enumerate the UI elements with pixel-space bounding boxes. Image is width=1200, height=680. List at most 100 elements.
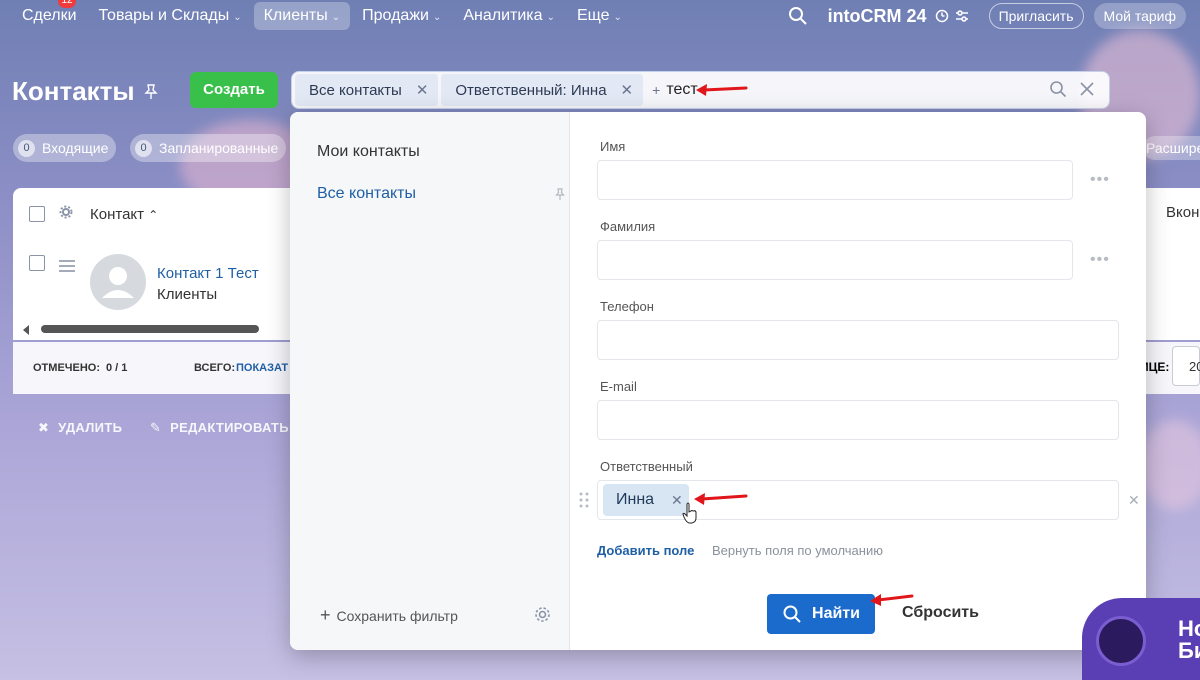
find-label: Найти (812, 605, 860, 622)
page-size-select[interactable]: 20 (1172, 346, 1200, 386)
delete-label: УДАЛИТЬ (58, 420, 123, 435)
background-blossom (1140, 420, 1200, 510)
contact-name-link[interactable]: Контакт 1 Тест (157, 265, 259, 282)
search-query-input[interactable]: тест (666, 81, 697, 99)
chevron-down-icon: ⌄ (331, 12, 341, 23)
more-dots-icon[interactable]: ••• (1090, 171, 1110, 189)
gear-icon[interactable] (59, 205, 73, 219)
scroll-left-arrow[interactable] (23, 325, 29, 335)
promo-avatar (1096, 616, 1146, 666)
add-field-link[interactable]: Добавить поле (597, 543, 694, 558)
responsible-tag-label: Инна (616, 491, 655, 508)
counter-incoming[interactable]: 0 Входящие (13, 134, 117, 162)
contact-type: Клиенты (157, 286, 218, 303)
close-icon[interactable]: ✕ (416, 81, 429, 99)
chevron-down-icon: ⌄ (613, 12, 622, 23)
top-navigation: Сделки 12 Товары и Склады ⌄ Клиенты ⌄ Прод… (0, 0, 1200, 32)
more-dots-icon[interactable]: ••• (1090, 251, 1110, 269)
counter-incoming-label: Входящие (42, 140, 109, 156)
nav-analytics[interactable]: Аналитика ⌄ (453, 2, 565, 30)
chevron-down-icon: ⌄ (233, 12, 242, 23)
promo-widget[interactable]: Но Би (1082, 598, 1200, 680)
annotation-arrow (696, 84, 748, 96)
delete-button[interactable]: ✖ УДАЛИТЬ (38, 420, 122, 436)
search-icon (783, 605, 801, 623)
name-field[interactable] (597, 160, 1073, 200)
sort-asc-icon: ⌃ (148, 208, 159, 222)
close-icon[interactable]: ✕ (671, 484, 683, 516)
field-label-name: Имя (600, 139, 626, 154)
nav-sales[interactable]: Продажи ⌄ (352, 2, 451, 30)
filter-chip-label: Ответственный: Инна (455, 81, 607, 99)
counter-scheduled[interactable]: 0 Запланированные (130, 134, 287, 162)
page-title: Контакты (12, 76, 135, 106)
edit-label: РЕДАКТИРОВАТЬ (170, 420, 289, 435)
counter-scheduled-count: 0 (135, 139, 152, 157)
selected-value: 0 / 1 (106, 362, 128, 374)
contacts-list-right-edge: Вкон (1146, 188, 1200, 340)
field-label-responsible: Ответственный (600, 459, 693, 474)
field-label-email: E-mail (600, 379, 637, 394)
close-icon[interactable]: ✕ (621, 81, 634, 99)
invite-button[interactable]: Пригласить (988, 3, 1084, 29)
nav-analytics-label: Аналитика (463, 7, 543, 24)
clock-icon[interactable] (935, 9, 949, 23)
nav-deals-label: Сделки (22, 7, 77, 24)
remove-field-icon[interactable]: ✕ (1128, 492, 1140, 509)
surname-field[interactable] (597, 240, 1073, 280)
pin-icon[interactable] (144, 84, 158, 100)
search-icon[interactable] (1049, 80, 1067, 98)
drag-handle-icon[interactable] (579, 492, 589, 508)
chevron-down-icon: ⌄ (546, 12, 555, 23)
filter-bar-icons (1049, 80, 1095, 98)
stats-bar: ОТМЕЧЕНО: 0 / 1 ВСЕГО: ПОКАЗАТ (13, 342, 293, 394)
nav-more-label: Еще (576, 7, 610, 24)
selected-label: ОТМЕЧЕНО: (33, 362, 101, 374)
edit-button[interactable]: ✎ РЕДАКТИРОВАТЬ (150, 420, 289, 436)
email-field[interactable] (597, 400, 1119, 440)
add-filter-plus-icon[interactable]: + (652, 82, 660, 98)
column-header-contact[interactable]: Контакт ⌃ (90, 206, 158, 223)
nav-deals[interactable]: Сделки 12 (12, 0, 87, 30)
reset-button[interactable]: Сбросить (902, 604, 979, 622)
nav-clients-label: Клиенты (263, 7, 328, 24)
find-button[interactable]: Найти (767, 594, 875, 634)
contacts-list: Контакт ⌃ Контакт 1 Тест Клиенты (13, 188, 293, 340)
filter-chip-responsible[interactable]: Ответственный: Инна ✕ (441, 74, 644, 106)
nav-right-group: intoCRM 24 Пригласить Мой тариф (788, 0, 1200, 32)
filter-presets-panel: Мои контакты Все контакты + Сохранить фи… (290, 112, 570, 650)
show-total-link[interactable]: ПОКАЗАТ (236, 362, 288, 374)
counter-scheduled-label: Запланированные (159, 140, 279, 156)
save-filter-button[interactable]: + Сохранить фильтр (320, 605, 458, 626)
pin-icon[interactable] (555, 188, 565, 201)
filter-chip-all-contacts[interactable]: Все контакты ✕ (295, 74, 439, 106)
create-button[interactable]: Создать (190, 72, 278, 108)
row-checkbox[interactable] (29, 255, 45, 271)
nav-clients[interactable]: Клиенты ⌄ (253, 2, 351, 30)
expand-link[interactable]: Расшире (1143, 136, 1200, 160)
search-icon[interactable] (788, 6, 808, 26)
counter-incoming-count: 0 (18, 139, 35, 157)
clear-icon[interactable] (1079, 80, 1095, 98)
horizontal-scrollbar[interactable] (41, 325, 259, 333)
phone-field[interactable] (597, 320, 1119, 360)
preset-my-contacts[interactable]: Мои контакты (317, 143, 420, 161)
select-all-checkbox[interactable] (29, 206, 45, 222)
field-label-phone: Телефон (600, 299, 654, 314)
annotation-arrow (694, 493, 748, 505)
save-filter-label: Сохранить фильтр (336, 607, 458, 624)
user-silhouette-icon (102, 267, 134, 298)
pencil-icon: ✎ (150, 420, 162, 435)
restore-default-fields-link[interactable]: Вернуть поля по умолчанию (712, 543, 883, 558)
column-header-label: Контакт (90, 206, 145, 223)
responsible-tag[interactable]: Инна ✕ (603, 484, 689, 516)
delete-x-icon: ✖ (38, 420, 50, 435)
row-menu-icon[interactable] (59, 260, 75, 275)
nav-goods[interactable]: Товары и Склады ⌄ (89, 2, 252, 30)
my-tariff-button[interactable]: Мой тариф (1093, 3, 1186, 29)
column-header-right[interactable]: Вкон (1166, 204, 1199, 221)
settings-sliders-icon[interactable] (955, 9, 969, 23)
gear-icon[interactable] (534, 606, 551, 623)
nav-more[interactable]: Еще ⌄ (567, 2, 632, 30)
preset-all-contacts[interactable]: Все контакты (317, 185, 416, 203)
